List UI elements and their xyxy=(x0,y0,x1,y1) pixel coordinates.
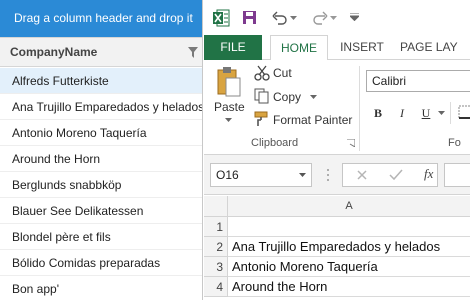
tab-insert[interactable]: INSERT xyxy=(332,35,392,60)
ribbon-home: Paste Cut Copy Format Painter Clipboard xyxy=(204,60,470,155)
copy-dropdown-icon[interactable] xyxy=(310,95,317,100)
column-header-a[interactable]: A xyxy=(228,196,470,217)
grid-row[interactable]: Antonio Moreno Taquería xyxy=(0,120,202,146)
column-header-companyname[interactable]: CompanyName xyxy=(0,37,202,67)
paste-dropdown-icon[interactable] xyxy=(225,118,232,123)
column-header-label: CompanyName xyxy=(10,45,98,59)
name-box-dropdown-icon[interactable] xyxy=(299,173,306,178)
row-header[interactable]: 4 xyxy=(204,277,228,297)
company-grid: Drag a column header and drop it Company… xyxy=(0,0,203,300)
row-header[interactable]: 2 xyxy=(204,237,228,257)
grid-row[interactable]: Alfreds Futterkiste xyxy=(0,68,202,94)
grid-row[interactable]: Blauer See Delikatessen xyxy=(0,198,202,224)
ribbon-tabs: FILE HOME INSERT PAGE LAY xyxy=(204,35,470,61)
underline-button[interactable]: U xyxy=(416,103,436,123)
quick-access-toolbar xyxy=(204,0,470,35)
grid-row[interactable]: Around the Horn xyxy=(0,146,202,172)
grid-row[interactable]: Berglunds snabbköp xyxy=(0,172,202,198)
ribbon-separator xyxy=(359,66,360,151)
ribbon-separator xyxy=(450,102,451,124)
cell[interactable]: Around the Horn xyxy=(228,277,470,297)
filter-icon[interactable] xyxy=(188,47,198,58)
borders-icon[interactable] xyxy=(458,105,470,119)
tab-page-layout[interactable]: PAGE LAY xyxy=(400,35,470,60)
grid-row[interactable]: Ana Trujillo Emparedados y helados xyxy=(0,94,202,120)
name-box[interactable]: O16 xyxy=(210,163,312,187)
group-panel[interactable]: Drag a column header and drop it xyxy=(0,0,202,37)
more-icon xyxy=(327,169,329,181)
underline-dropdown-icon[interactable] xyxy=(438,111,445,116)
formula-bar: O16 fx xyxy=(204,155,470,195)
italic-button[interactable]: I xyxy=(392,103,412,123)
cell[interactable]: Ana Trujillo Emparedados y helados xyxy=(228,237,470,257)
paste-button[interactable]: Paste xyxy=(214,100,245,114)
tab-home[interactable]: HOME xyxy=(270,35,328,61)
font-name-box[interactable]: Calibri xyxy=(366,70,470,92)
save-icon[interactable] xyxy=(242,10,257,25)
cell[interactable] xyxy=(228,217,470,237)
tab-file[interactable]: FILE xyxy=(204,35,262,60)
excel-window: FILE HOME INSERT PAGE LAY Paste Cut Copy xyxy=(204,0,470,300)
undo-dropdown-icon[interactable] xyxy=(290,16,297,21)
clipboard-group-label: Clipboard xyxy=(251,137,299,149)
format-painter-button[interactable]: Format Painter xyxy=(273,113,352,127)
cut-icon[interactable] xyxy=(254,65,270,81)
dialog-launcher-icon[interactable] xyxy=(347,139,355,147)
cancel-icon[interactable] xyxy=(356,169,368,181)
redo-dropdown-icon[interactable] xyxy=(330,16,337,21)
grid-row[interactable]: Bon app' xyxy=(0,276,202,300)
select-all-corner[interactable] xyxy=(204,196,228,217)
grid-row[interactable]: Blondel père et fils xyxy=(0,224,202,250)
excel-logo-icon xyxy=(213,9,230,27)
copy-icon[interactable] xyxy=(254,88,270,104)
font-group-label: Fo xyxy=(448,137,461,149)
worksheet: A 1 2 Ana Trujillo Emparedados y helados… xyxy=(204,196,470,300)
row-header[interactable]: 3 xyxy=(204,257,228,277)
cut-button[interactable]: Cut xyxy=(273,66,292,80)
format-painter-icon[interactable] xyxy=(254,111,270,127)
grid-row[interactable]: Bólido Comidas preparadas xyxy=(0,250,202,276)
row-header[interactable]: 1 xyxy=(204,217,228,237)
paste-icon[interactable] xyxy=(216,66,242,98)
formula-input[interactable] xyxy=(444,163,470,187)
insert-function-icon[interactable]: fx xyxy=(424,166,433,182)
cell[interactable]: Antonio Moreno Taquería xyxy=(228,257,470,277)
bold-button[interactable]: B xyxy=(368,103,388,123)
redo-icon[interactable] xyxy=(312,10,328,25)
undo-icon[interactable] xyxy=(272,10,288,25)
customize-qat-icon[interactable] xyxy=(350,13,359,21)
enter-icon[interactable] xyxy=(389,169,403,181)
copy-button[interactable]: Copy xyxy=(273,90,301,104)
